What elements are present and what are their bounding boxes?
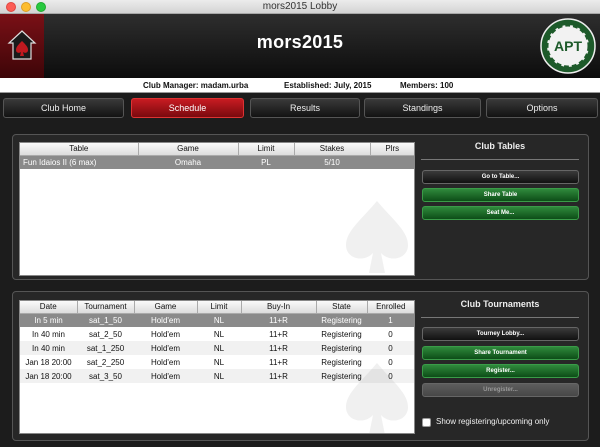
tourney-enrolled: 0 xyxy=(388,329,393,339)
table-players xyxy=(370,155,414,169)
col-limit[interactable]: Limit xyxy=(197,301,242,314)
tourney-name: sat_1_50 xyxy=(77,313,134,327)
col-table[interactable]: Table xyxy=(20,143,139,156)
col-date[interactable]: Date xyxy=(20,301,78,314)
col-tournament[interactable]: Tournament xyxy=(77,301,135,314)
tourney-date: Jan 18 20:00 xyxy=(25,357,72,367)
show-registering-label[interactable]: Show registering/upcoming only xyxy=(436,417,549,426)
col-limit[interactable]: Limit xyxy=(238,143,295,156)
tourney-name: sat_3_50 xyxy=(77,369,134,383)
tab-options[interactable]: Options xyxy=(486,98,598,118)
tab-standings[interactable]: Standings xyxy=(364,98,481,118)
table-limit: PL xyxy=(238,155,294,169)
club-manager: Club Manager: madam.urba xyxy=(143,81,249,90)
share-table-button[interactable]: Share Table xyxy=(422,188,579,202)
tournament-row[interactable]: In 5 min sat_1_50 Hold'em NL 11+R Regist… xyxy=(20,313,414,327)
tourney-state: Registering xyxy=(316,313,367,327)
members-count: Members: 100 xyxy=(400,81,454,90)
tourney-date: In 40 min xyxy=(20,341,77,355)
table-stakes: 5/10 xyxy=(294,155,370,169)
unregister-button[interactable]: Unregister... xyxy=(422,383,579,397)
club-tournaments-title: Club Tournaments xyxy=(460,299,540,309)
club-tables-title: Club Tables xyxy=(474,141,526,151)
tourney-state: Registering xyxy=(321,329,362,339)
tourney-buy-in: 11+R xyxy=(241,369,316,383)
club-header: mors2015 APT xyxy=(0,14,600,78)
col-enrolled[interactable]: Enrolled xyxy=(367,301,414,314)
tables-grid[interactable]: Table Game Limit Stakes Plrs Fun Idaios … xyxy=(19,142,415,276)
col-game[interactable]: Game xyxy=(138,143,239,156)
tourney-state: Registering xyxy=(316,341,367,355)
tab-results[interactable]: Results xyxy=(250,98,360,118)
tourney-game: Hold'em xyxy=(134,369,197,383)
svg-text:APT: APT xyxy=(554,38,582,54)
tourney-game: Hold'em xyxy=(134,341,197,355)
tourney-date: In 40 min xyxy=(32,329,65,339)
apt-logo: APT xyxy=(540,18,596,74)
tourney-enrolled: 0 xyxy=(367,341,414,355)
register-button[interactable]: Register... xyxy=(422,364,579,378)
tourney-buy-in: 11+R xyxy=(269,329,288,339)
window-titlebar: mors2015 Lobby xyxy=(0,0,600,14)
tourney-buy-in: 11+R xyxy=(269,357,288,367)
col-game[interactable]: Game xyxy=(134,301,198,314)
tourney-limit: NL xyxy=(213,329,225,339)
divider xyxy=(421,317,579,318)
show-registering-checkbox[interactable] xyxy=(422,418,431,427)
tournaments-grid[interactable]: Date Tournament Game Limit Buy-In State … xyxy=(19,300,415,434)
col-state[interactable]: State xyxy=(316,301,368,314)
tourney-game: Hold'em xyxy=(150,329,181,339)
col-buy-in[interactable]: Buy-In xyxy=(241,301,317,314)
tourney-game: Hold'em xyxy=(150,357,181,367)
go-to-table-button[interactable]: Go to Table... xyxy=(422,170,579,184)
col-players[interactable]: Plrs xyxy=(370,143,414,156)
tab-schedule[interactable]: Schedule xyxy=(131,98,244,118)
tourney-game: Hold'em xyxy=(134,313,197,327)
share-tournament-button[interactable]: Share Tournament xyxy=(422,346,579,360)
tourney-limit: NL xyxy=(197,341,241,355)
club-name: mors2015 xyxy=(256,32,344,52)
tourney-enrolled: 1 xyxy=(367,313,414,327)
table-row[interactable]: Fun Idaios II (6 max) Omaha PL 5/10 xyxy=(20,155,414,169)
window-title: mors2015 Lobby xyxy=(262,1,338,12)
tourney-limit: NL xyxy=(197,369,241,383)
tourney-name: sat_2_50 xyxy=(89,329,122,339)
club-info-bar: Club Manager: madam.urba Established: Ju… xyxy=(0,78,600,93)
tourney-name: sat_2_250 xyxy=(86,357,125,367)
tourney-buy-in: 11+R xyxy=(241,313,316,327)
divider xyxy=(421,159,579,160)
tourney-buy-in: 11+R xyxy=(241,341,316,355)
seat-me-button[interactable]: Seat Me... xyxy=(422,206,579,220)
tourney-date: Jan 18 20:00 xyxy=(20,369,77,383)
tourney-date: In 5 min xyxy=(20,313,77,327)
tourney-lobby-button[interactable]: Tourney Lobby... xyxy=(422,327,579,341)
table-game: Omaha xyxy=(138,155,238,169)
main-nav: Club Home Schedule Results Standings Opt… xyxy=(0,95,600,123)
established-date: Established: July, 2015 xyxy=(284,81,372,90)
tourney-name: sat_1_250 xyxy=(77,341,134,355)
tourney-limit: NL xyxy=(197,313,241,327)
spade-watermark-icon xyxy=(346,201,408,273)
col-stakes[interactable]: Stakes xyxy=(294,143,371,156)
tournament-row[interactable]: In 40 min sat_2_50 Hold'em NL 11+R Regis… xyxy=(20,327,414,341)
tourney-limit: NL xyxy=(213,357,225,367)
tab-club-home[interactable]: Club Home xyxy=(3,98,124,118)
tournament-row[interactable]: In 40 min sat_1_250 Hold'em NL 11+R Regi… xyxy=(20,341,414,355)
table-name: Fun Idaios II (6 max) xyxy=(20,155,138,169)
spade-watermark-icon xyxy=(346,363,408,433)
